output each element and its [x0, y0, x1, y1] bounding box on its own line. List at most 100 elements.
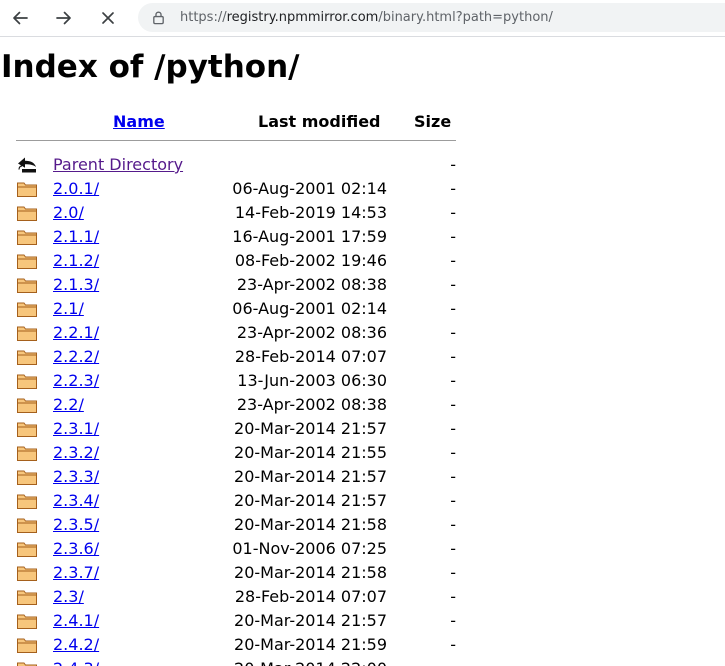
entry-size: - — [450, 515, 456, 534]
parent-directory-row: Parent Directory - — [0, 153, 725, 177]
folder-icon — [17, 590, 37, 605]
entry-last-modified: 20-Mar-2014 22:00 — [234, 657, 387, 666]
lock-icon[interactable] — [151, 10, 167, 26]
header-divider — [16, 140, 456, 141]
entry-size: - — [450, 275, 456, 294]
folder-icon — [17, 278, 37, 293]
folder-icon — [17, 662, 37, 666]
entry-size: - — [450, 299, 456, 318]
address-bar[interactable]: https://registry.npmmirror.com/binary.ht… — [138, 3, 725, 32]
entry-link[interactable]: 2.3.3/ — [53, 465, 99, 489]
entry-link[interactable]: 2.1/ — [53, 297, 84, 321]
entry-link[interactable]: 2.3/ — [53, 585, 84, 609]
entry-link[interactable]: 2.0.1/ — [53, 177, 99, 201]
table-row: 2.2/23-Apr-2002 08:38 - — [0, 393, 725, 417]
entry-size: - — [450, 203, 456, 222]
table-row: 2.4.3/20-Mar-2014 22:00 - — [0, 657, 725, 666]
entry-link[interactable]: 2.1.1/ — [53, 225, 99, 249]
folder-icon — [17, 206, 37, 221]
folder-icon — [17, 422, 37, 437]
entry-last-modified: 20-Mar-2014 21:57 — [234, 491, 387, 510]
table-row: 2.2.3/13-Jun-2003 06:30 - — [0, 369, 725, 393]
stop-button[interactable] — [93, 4, 123, 32]
entry-link[interactable]: 2.4.2/ — [53, 633, 99, 657]
entry-link[interactable]: 2.4.1/ — [53, 609, 99, 633]
folder-icon — [17, 638, 37, 653]
entry-link[interactable]: 2.1.2/ — [53, 249, 99, 273]
entry-size: - — [450, 657, 456, 666]
table-row: 2.3.6/01-Nov-2006 07:25 - — [0, 537, 725, 561]
table-row: 2.1/06-Aug-2001 02:14 - — [0, 297, 725, 321]
entry-last-modified: 28-Feb-2014 07:07 — [234, 587, 387, 606]
url-path: /binary.html?path=python/ — [378, 10, 553, 25]
table-row: 2.2.1/23-Apr-2002 08:36 - — [0, 321, 725, 345]
entry-link[interactable]: 2.2/ — [53, 393, 84, 417]
entry-size: - — [450, 443, 456, 462]
entry-last-modified: 20-Mar-2014 21:57 — [234, 467, 387, 486]
entry-link[interactable]: 2.2.1/ — [53, 321, 99, 345]
directory-listing-page: Index of /python/ Name Last modified Siz… — [0, 37, 725, 666]
entry-link[interactable]: 2.3.7/ — [53, 561, 99, 585]
url-prefix: https:// — [180, 10, 227, 25]
table-row: 2.4.1/20-Mar-2014 21:57 - — [0, 609, 725, 633]
entry-last-modified: 06-Aug-2001 02:14 — [232, 299, 387, 318]
table-row: 2.0.1/06-Aug-2001 02:14 - — [0, 177, 725, 201]
folder-icon — [17, 518, 37, 533]
entry-size: - — [450, 251, 456, 270]
folder-icon — [17, 542, 37, 557]
entry-link[interactable]: 2.3.4/ — [53, 489, 99, 513]
entry-last-modified: 23-Apr-2002 08:36 — [236, 323, 387, 342]
entry-size: - — [450, 635, 456, 654]
entry-size: - — [450, 611, 456, 630]
forward-button[interactable] — [49, 4, 79, 32]
back-button[interactable] — [5, 4, 35, 32]
entry-size: - — [450, 539, 456, 558]
entry-last-modified: 14-Feb-2019 14:53 — [234, 203, 387, 222]
table-row: 2.3.2/20-Mar-2014 21:55 - — [0, 441, 725, 465]
folder-icon — [17, 326, 37, 341]
table-row: 2.2.2/28-Feb-2014 07:07 - — [0, 345, 725, 369]
folder-icon — [17, 470, 37, 485]
entry-size: - — [450, 179, 456, 198]
arrow-left-icon — [13, 11, 28, 25]
entry-size: - — [450, 467, 456, 486]
entry-size: - — [450, 155, 456, 174]
entry-link[interactable]: 2.0/ — [53, 201, 84, 225]
entry-link[interactable]: 2.3.6/ — [53, 537, 99, 561]
entry-link[interactable]: 2.3.5/ — [53, 513, 99, 537]
folder-icon — [17, 374, 37, 389]
folder-icon — [17, 302, 37, 317]
entry-last-modified: 20-Mar-2014 21:59 — [234, 635, 387, 654]
entry-size: - — [450, 587, 456, 606]
entry-last-modified: 01-Nov-2006 07:25 — [232, 539, 387, 558]
table-row: 2.3.3/20-Mar-2014 21:57 - — [0, 465, 725, 489]
table-row: 2.3.5/20-Mar-2014 21:58 - — [0, 513, 725, 537]
entry-size: - — [450, 347, 456, 366]
entry-link[interactable]: 2.2.3/ — [53, 369, 99, 393]
entry-link[interactable]: 2.3.2/ — [53, 441, 99, 465]
entry-last-modified: 28-Feb-2014 07:07 — [234, 347, 387, 366]
entry-link[interactable]: 2.1.3/ — [53, 273, 99, 297]
entry-last-modified: 20-Mar-2014 21:57 — [234, 611, 387, 630]
column-header-last-modified: Last modified — [258, 112, 381, 131]
folder-icon — [17, 182, 37, 197]
entry-link[interactable]: 2.4.3/ — [53, 657, 99, 666]
folder-icon — [17, 350, 37, 365]
entry-last-modified: 23-Apr-2002 08:38 — [236, 395, 387, 414]
entry-link[interactable]: 2.3.1/ — [53, 417, 99, 441]
entry-last-modified: 16-Aug-2001 17:59 — [232, 227, 387, 246]
page-title: Index of /python/ — [1, 49, 300, 85]
column-header-name[interactable]: Name — [113, 111, 165, 133]
folder-icon — [17, 398, 37, 413]
entry-last-modified: 06-Aug-2001 02:14 — [232, 179, 387, 198]
folder-icon — [17, 446, 37, 461]
parent-directory-link[interactable]: Parent Directory — [53, 153, 183, 177]
entry-link[interactable]: 2.2.2/ — [53, 345, 99, 369]
entry-last-modified: 20-Mar-2014 21:58 — [234, 563, 387, 582]
table-row: 2.3.4/20-Mar-2014 21:57 - — [0, 489, 725, 513]
table-row: 2.1.3/23-Apr-2002 08:38 - — [0, 273, 725, 297]
folder-icon — [17, 254, 37, 269]
close-icon — [102, 12, 114, 24]
table-row: 2.4.2/20-Mar-2014 21:59 - — [0, 633, 725, 657]
back-arrow-icon — [18, 157, 36, 173]
